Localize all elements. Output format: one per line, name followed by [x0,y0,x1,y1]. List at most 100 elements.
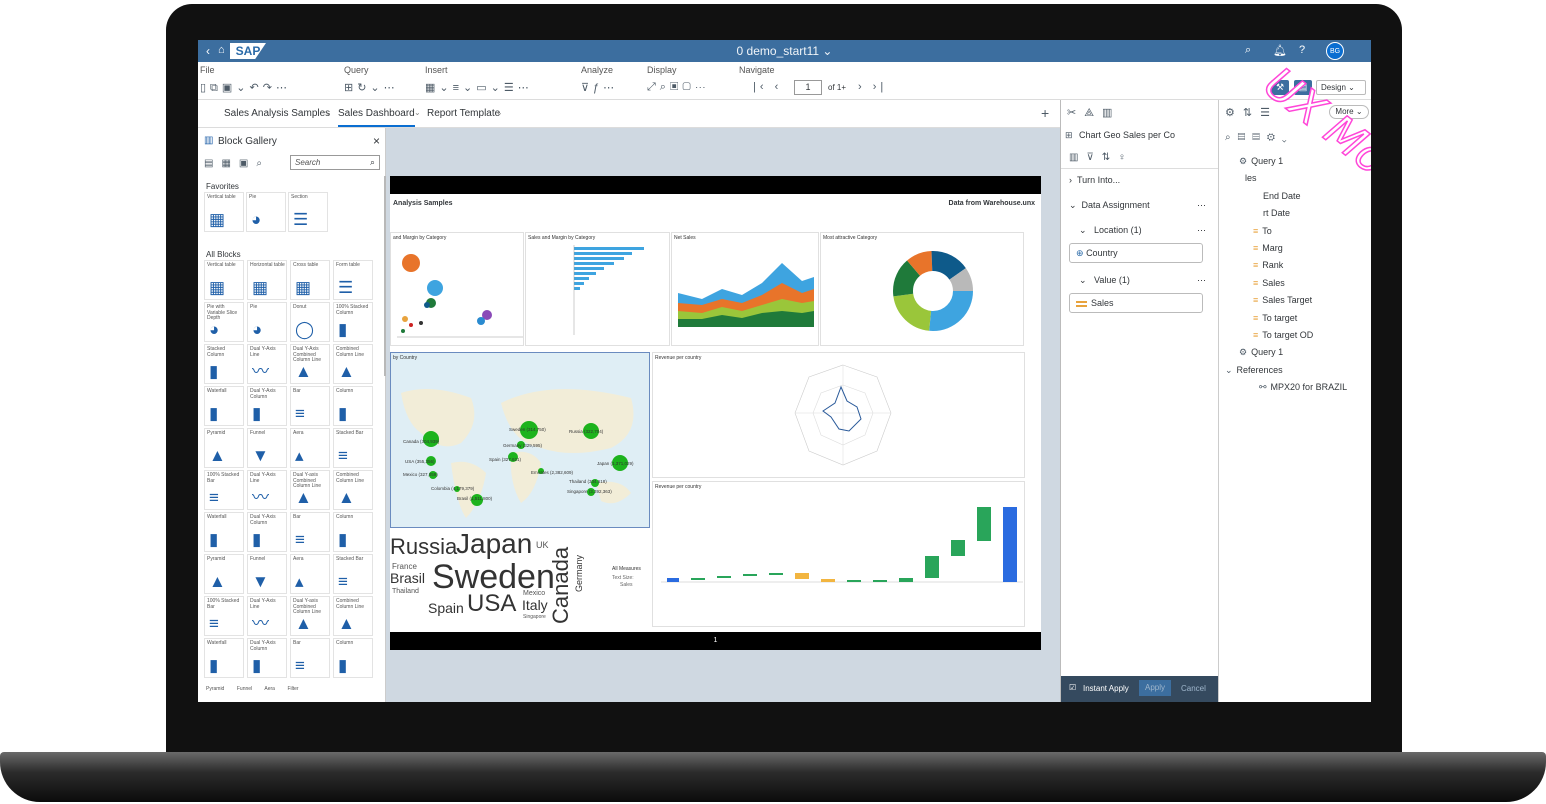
add-tab-icon[interactable]: + [1041,105,1049,121]
block-tile[interactable]: Pyramid ▲ [204,554,244,594]
block-tile[interactable]: Cross table ▦ [290,260,330,300]
chevron-down-icon[interactable]: ⌄ [414,108,421,117]
menu-file[interactable]: File [200,65,215,75]
block-tile[interactable]: Waterfall ▮ [204,638,244,678]
footer-funnel[interactable]: Funnel [237,686,252,692]
turn-into-toggle[interactable]: › Turn Into... [1069,175,1120,185]
block-tile[interactable]: Dual Y-Axis Column ▮ [247,638,287,678]
analyze-tools-icons[interactable]: ⊽ƒ⋯ [581,81,618,94]
menu-display[interactable]: Display [647,65,677,75]
more-icon[interactable]: ⋯ [1197,200,1206,211]
footer-aera[interactable]: Aera [264,686,275,692]
block-tile[interactable]: 100% Stacked Bar ≡ [204,470,244,510]
block-tile[interactable]: Column ▮ [333,638,373,678]
block-tile[interactable]: Column ▮ [333,386,373,426]
block-tile[interactable]: Donut ◯ [290,302,330,342]
search-icon[interactable]: ⌕ [1245,44,1251,57]
instant-apply-checkbox[interactable]: ☑ [1069,683,1076,692]
splitter[interactable] [1060,100,1061,702]
outline-item[interactable]: End Date [1263,191,1301,201]
footer-filter[interactable]: Filter [287,686,298,692]
block-tile[interactable]: 100% Stacked Bar ≡ [204,596,244,636]
chart-revenue-per-country-radar[interactable]: Revenue per country [652,352,1025,478]
document-title[interactable]: 0 demo_start11 ⌄ [198,44,1371,58]
outline-item[interactable]: ≡ Rank [1253,260,1283,270]
block-tile[interactable]: Dual Y-Axis Combined Column Line ▲ [290,344,330,384]
bell-icon[interactable]: 🔔︎ [1273,44,1287,57]
menu-query[interactable]: Query [344,65,369,75]
outline-item[interactable]: ⚙ Query 1 [1239,347,1283,358]
chart-most-attractive-category[interactable]: Most attractive Category [820,232,1024,346]
chart-margin-by-category[interactable]: and Margin by Category [390,232,524,346]
tab-sales-analysis-samples[interactable]: Sales Analysis Samples [224,108,330,119]
data-assignment-toggle[interactable]: ⌄ Data Assignment [1069,200,1150,211]
outline-item[interactable]: ≡ Marg [1253,243,1283,253]
word-cloud[interactable]: Russia Japan UK France Brasil Sweden Tha… [390,528,650,628]
block-tile[interactable]: Dual Y-Axis Line 〰 [247,596,287,636]
block-tile[interactable]: Bar ≡ [290,386,330,426]
value-toggle[interactable]: ⌄ Value (1) [1079,275,1130,286]
block-tile[interactable]: Horizontal table ▦ [247,260,287,300]
help-icon[interactable]: ? [1299,44,1305,56]
block-tile[interactable]: Dual Y-axis Combined Column Line ▲ [290,596,330,636]
menu-insert[interactable]: Insert [425,65,448,75]
menu-navigate[interactable]: Navigate [739,65,775,75]
chart-geo-sales-per-country[interactable]: by Country Sweden (314,750) Russia (322,7… [390,352,650,528]
next-page-icon[interactable]: › ›| [858,81,887,93]
block-tile[interactable]: Pie with Variable Slice Depth ◕ [204,302,244,342]
block-tile[interactable]: Combined Column Line ▲ [333,470,373,510]
more-icon[interactable]: ⋯ [1197,225,1206,236]
footer-pyramid[interactable]: Pyramid [206,686,224,692]
cancel-button[interactable]: Cancel [1181,684,1206,693]
block-tile[interactable]: Waterfall ▮ [204,512,244,552]
block-tile[interactable]: Form table ☰ [333,260,373,300]
block-tile[interactable]: Funnel ▼ [247,554,287,594]
block-tile[interactable]: Combined Column Line ▲ [333,344,373,384]
block-tile[interactable]: Bar ≡ [290,638,330,678]
outline-item[interactable]: ≡ Sales [1253,278,1285,288]
file-tools-icons[interactable]: ▯⧉▣⌄↶↷⋯ [200,81,291,95]
block-tile[interactable]: 100% Stacked Column ▮ [333,302,373,342]
search-icon[interactable]: ⌕ [370,157,375,168]
block-tile[interactable]: Combined Column Line ▲ [333,596,373,636]
apply-button[interactable]: Apply [1139,680,1171,696]
outline-tools-icons[interactable]: ⌕▤▤⚙⌄ [1225,132,1294,143]
chart-revenue-per-country-waterfall[interactable]: Revenue per country [652,481,1025,627]
insert-tools-icons[interactable]: ▦⌄≡⌄▭⌄☰⋯ [425,81,533,94]
view-options-icons[interactable]: ▤▦▣⌕ [204,158,270,169]
outline-item[interactable]: ⚯ MPX20 for BRAZIL [1259,382,1347,393]
outline-item[interactable]: ⌄ References [1225,365,1283,376]
chart-net-sales[interactable]: Net Sales [671,232,819,346]
outline-item[interactable]: ≡ Sales Target [1253,295,1312,305]
location-toggle[interactable]: ⌄ Location (1) [1079,225,1142,236]
outline-item[interactable]: rt Date [1263,208,1290,218]
gallery-search-input[interactable]: Search ⌕ [290,155,380,170]
block-tile[interactable]: Dual Y-Axis Column ▮ [247,386,287,426]
outline-item[interactable]: les [1245,173,1257,183]
outline-item[interactable]: ≡ To target [1253,313,1297,323]
chevron-down-icon[interactable]: ⌄ [496,108,503,117]
outline-item[interactable]: ≡ To [1253,226,1272,236]
country-token[interactable]: ⊕ Country [1069,243,1203,263]
block-tile[interactable]: Column ▮ [333,512,373,552]
outline-item[interactable]: ⚙ Query 1 [1239,156,1283,167]
sales-token[interactable]: Sales [1069,293,1203,313]
block-tile[interactable]: Stacked Bar ≡ [333,554,373,594]
first-page-icon[interactable]: |‹ ‹ [753,81,782,93]
block-tile[interactable]: Aera ▴ [290,554,330,594]
block-tile[interactable]: Funnel ▼ [247,428,287,468]
block-tile[interactable]: Section ☰ [288,192,328,232]
panel-tabs-icons[interactable]: ✂⟁▥ [1067,106,1120,120]
props-tools-icons[interactable]: ▥⊽⇅♀ [1069,152,1134,163]
block-tile[interactable]: Pie ◕ [246,192,286,232]
more-icon[interactable]: ⋯ [1197,275,1206,286]
block-tile[interactable]: Pie ◕ [247,302,287,342]
outline-item[interactable]: ≡ To target OD [1253,330,1313,340]
chart-sales-margin-by-category[interactable]: Sales and Margin by Category [525,232,670,346]
block-tile[interactable]: Dual Y-Axis Line 〰 [247,470,287,510]
block-tile[interactable]: Stacked Bar ≡ [333,428,373,468]
block-tile[interactable]: Waterfall ▮ [204,386,244,426]
display-tools-icons[interactable]: ⤢⌕▣▢⋯ [647,81,710,94]
block-tile[interactable]: Aera ▴ [290,428,330,468]
menu-analyze[interactable]: Analyze [581,65,613,75]
